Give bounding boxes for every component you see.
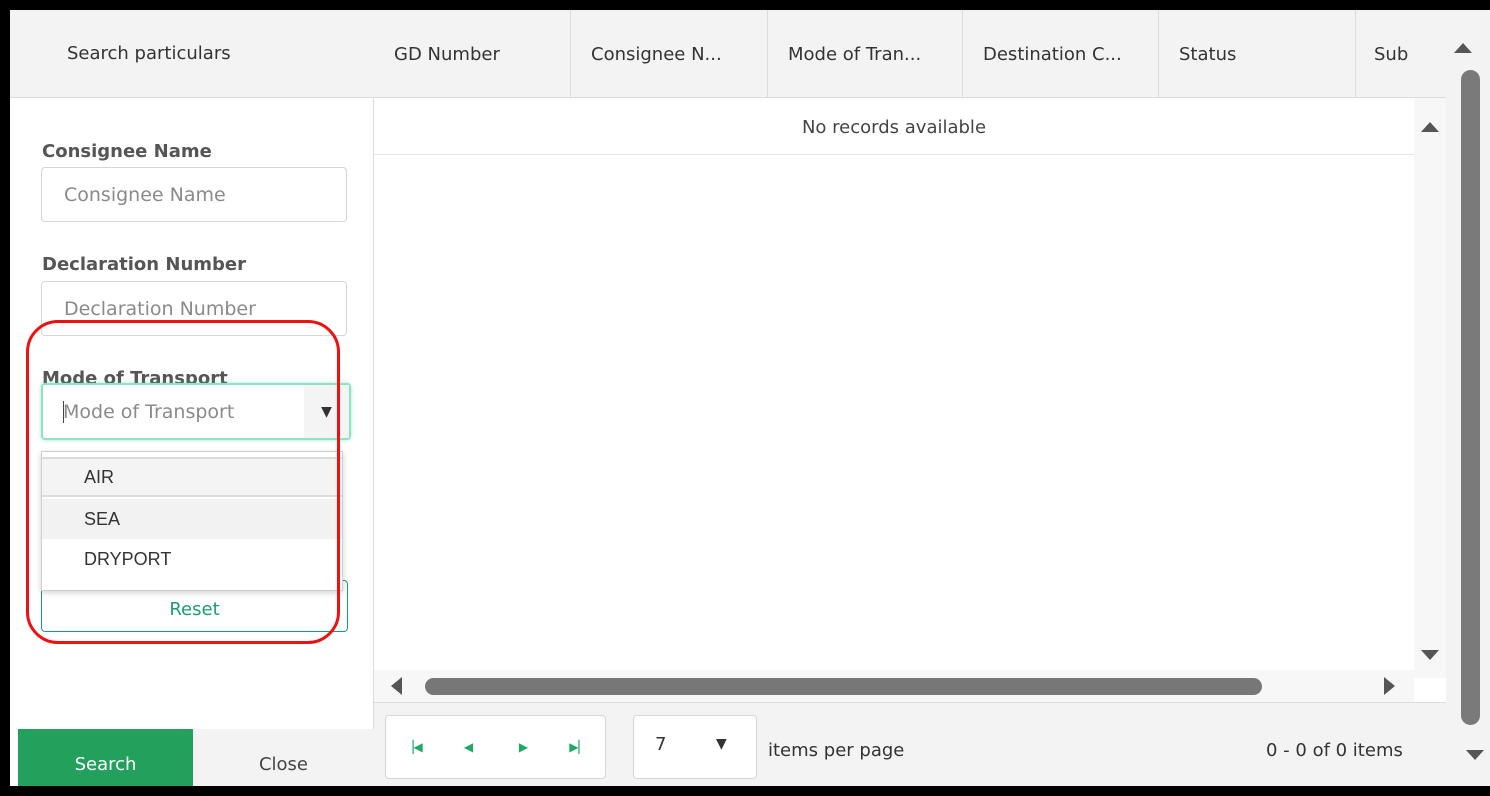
option-dryport[interactable]: DRYPORT xyxy=(42,539,342,579)
column-header-destination[interactable]: Destination C... xyxy=(963,10,1159,98)
mode-of-transport-input[interactable] xyxy=(63,385,298,438)
grid-horizontal-scrollbar[interactable] xyxy=(374,670,1414,702)
grid-header: GD Number Consignee N... Mode of Tran...… xyxy=(374,10,1446,98)
consignee-name-input[interactable] xyxy=(41,167,347,222)
declaration-number-label: Declaration Number xyxy=(42,254,246,275)
chevron-down-icon[interactable]: ▼ xyxy=(304,385,349,438)
mode-of-transport-dropdown: AIR SEA DRYPORT xyxy=(41,451,343,591)
scroll-down-icon[interactable] xyxy=(1421,650,1439,660)
items-per-page-label: items per page xyxy=(768,740,905,761)
page-size-select[interactable]: 7 ▼ xyxy=(633,715,757,779)
grid-body: No records available xyxy=(374,98,1414,628)
search-dialog: Search particulars Consignee Name Declar… xyxy=(10,10,1490,786)
chevron-down-icon[interactable]: ▼ xyxy=(716,736,727,752)
horizontal-scroll-thumb[interactable] xyxy=(425,678,1262,695)
close-button[interactable]: Close xyxy=(193,729,374,786)
search-panel: Consignee Name Declaration Number Mode o… xyxy=(10,98,374,786)
search-panel-title: Search particulars xyxy=(10,10,374,98)
pager-navigation: ▕◀ ◀ ▶ ▶▏ xyxy=(385,715,606,779)
first-page-icon[interactable]: ▕◀ xyxy=(386,716,441,778)
option-air[interactable]: AIR xyxy=(42,457,342,497)
grid-vertical-scrollbar[interactable] xyxy=(1414,98,1446,678)
option-sea[interactable]: SEA xyxy=(42,499,342,539)
scroll-right-icon[interactable] xyxy=(1384,677,1395,695)
mode-of-transport-combobox[interactable]: ▼ xyxy=(41,383,351,440)
scroll-left-icon[interactable] xyxy=(391,677,402,695)
scroll-up-icon[interactable] xyxy=(1421,122,1439,132)
column-header-consignee-name[interactable]: Consignee N... xyxy=(571,10,768,98)
declaration-number-input[interactable] xyxy=(41,281,347,336)
last-page-icon[interactable]: ▶▏ xyxy=(551,716,606,778)
column-header-sub[interactable]: Sub xyxy=(1356,10,1446,98)
search-button[interactable]: Search xyxy=(18,729,193,786)
prev-page-icon[interactable]: ◀ xyxy=(441,716,496,778)
column-header-mode-of-transport[interactable]: Mode of Tran... xyxy=(768,10,963,98)
empty-grid-message: No records available xyxy=(374,98,1414,155)
grid-pager: ▕◀ ◀ ▶ ▶▏ 7 ▼ items per page 0 - 0 of 0 … xyxy=(374,702,1446,786)
dialog-vertical-scrollbar[interactable] xyxy=(1446,10,1490,786)
vertical-scroll-thumb[interactable] xyxy=(1461,70,1480,725)
page-size-value: 7 xyxy=(655,734,667,755)
column-header-gd-number[interactable]: GD Number xyxy=(374,10,571,98)
next-page-icon[interactable]: ▶ xyxy=(496,716,551,778)
scroll-up-icon[interactable] xyxy=(1454,43,1472,53)
column-header-status[interactable]: Status xyxy=(1159,10,1356,98)
consignee-name-label: Consignee Name xyxy=(42,141,212,162)
scroll-down-icon[interactable] xyxy=(1466,750,1484,760)
items-count-label: 0 - 0 of 0 items xyxy=(1266,740,1403,761)
